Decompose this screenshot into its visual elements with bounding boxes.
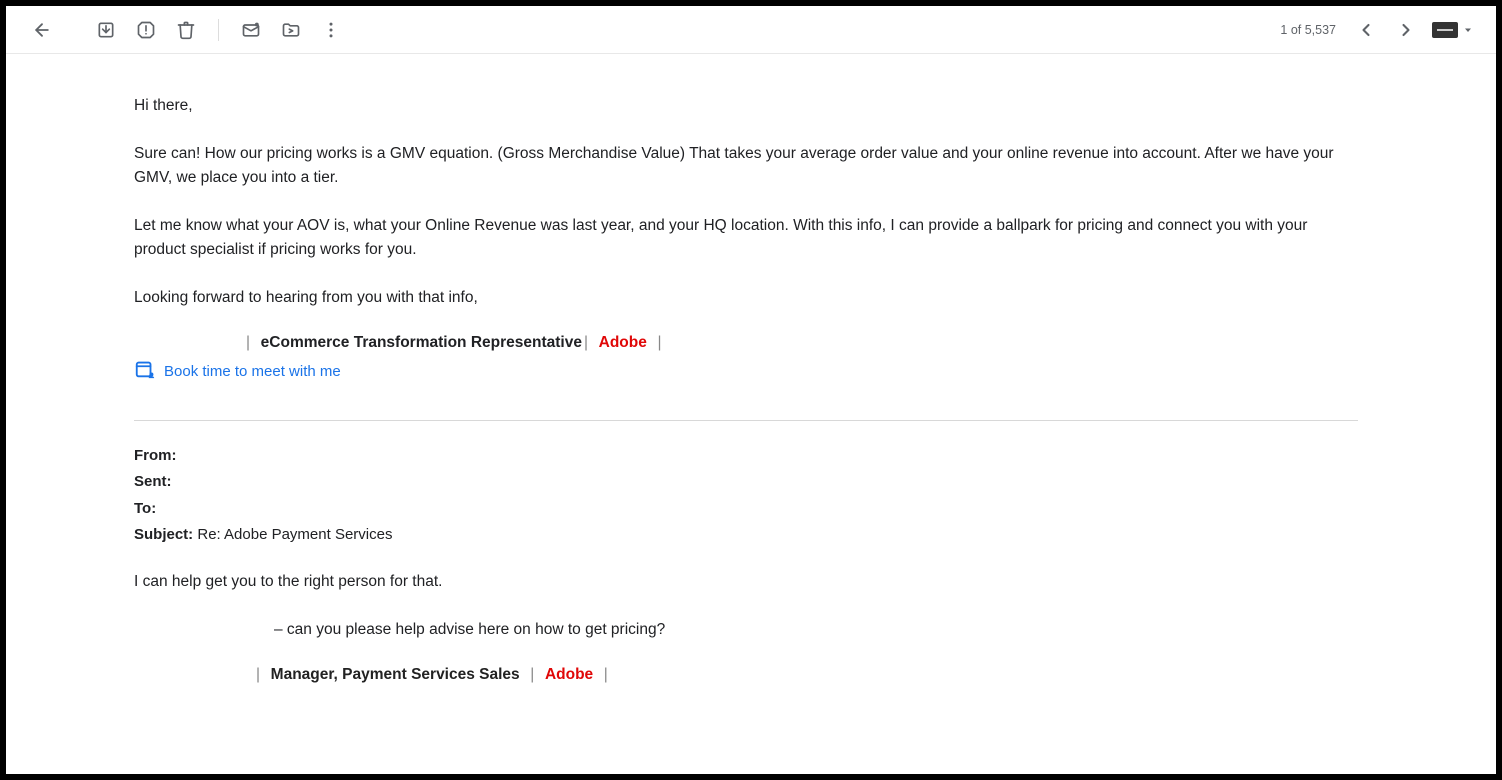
email-body: Hi there, Sure can! How our pricing work… [134, 94, 1358, 764]
quoted-signature-role: Manager, Payment Services Sales [271, 666, 520, 683]
signature-company: Adobe [599, 334, 647, 351]
move-to-button[interactable] [271, 10, 311, 50]
email-content[interactable]: Hi there, Sure can! How our pricing work… [6, 54, 1486, 774]
folder-move-icon [281, 20, 301, 40]
email-greeting: Hi there, [134, 94, 1358, 118]
toolbar: 1 of 5,537 [6, 6, 1496, 54]
back-button[interactable] [22, 10, 62, 50]
mail-unread-icon [241, 20, 261, 40]
chevron-left-icon [1356, 20, 1376, 40]
quoted-signature: | Manager, Payment Services Sales | Adob… [134, 666, 1358, 684]
quoted-body: I can help get you to the right person f… [134, 570, 1358, 684]
report-spam-button[interactable] [126, 10, 166, 50]
more-vert-icon [321, 20, 341, 40]
arrow-left-icon [32, 20, 52, 40]
prev-button[interactable] [1346, 10, 1386, 50]
caret-down-icon [1462, 24, 1474, 36]
more-button[interactable] [311, 10, 351, 50]
quoted-line-1: I can help get you to the right person f… [134, 570, 1358, 594]
subject-label: Subject: [134, 526, 193, 543]
book-meeting-row: Book time to meet with me [134, 358, 1358, 384]
email-paragraph-1: Sure can! How our pricing works is a GMV… [134, 142, 1358, 190]
input-tool-button[interactable] [1426, 22, 1480, 38]
archive-icon [96, 20, 116, 40]
to-label: To: [134, 500, 156, 517]
toolbar-divider [218, 19, 219, 41]
pager-text: 1 of 5,537 [1280, 23, 1336, 37]
quoted-line-2: – can you please help advise here on how… [134, 618, 1358, 642]
book-meeting-link[interactable]: Book time to meet with me [164, 363, 341, 380]
email-paragraph-2: Let me know what your AOV is, what your … [134, 214, 1358, 262]
signature-line: | eCommerce Transformation Representativ… [134, 334, 1358, 352]
email-paragraph-3: Looking forward to hearing from you with… [134, 286, 1358, 310]
from-label: From: [134, 447, 177, 464]
spam-icon [136, 20, 156, 40]
next-button[interactable] [1386, 10, 1426, 50]
trash-icon [176, 20, 196, 40]
toolbar-left [22, 10, 351, 50]
sent-label: Sent: [134, 473, 172, 490]
chevron-right-icon [1396, 20, 1416, 40]
delete-button[interactable] [166, 10, 206, 50]
archive-button[interactable] [86, 10, 126, 50]
subject-value: Re: Adobe Payment Services [197, 526, 392, 543]
email-viewer: 1 of 5,537 Hi there, Sure can! How our p… [6, 6, 1496, 774]
signature-role: eCommerce Transformation Representative [261, 334, 582, 351]
quoted-signature-company: Adobe [545, 666, 593, 683]
thread-separator [134, 420, 1358, 421]
mark-unread-button[interactable] [231, 10, 271, 50]
calendar-user-icon [134, 358, 156, 384]
quoted-headers: From: Sent: To: Subject: Re: Adobe Payme… [134, 443, 1358, 548]
keyboard-icon [1432, 22, 1458, 38]
toolbar-right: 1 of 5,537 [1280, 10, 1480, 50]
